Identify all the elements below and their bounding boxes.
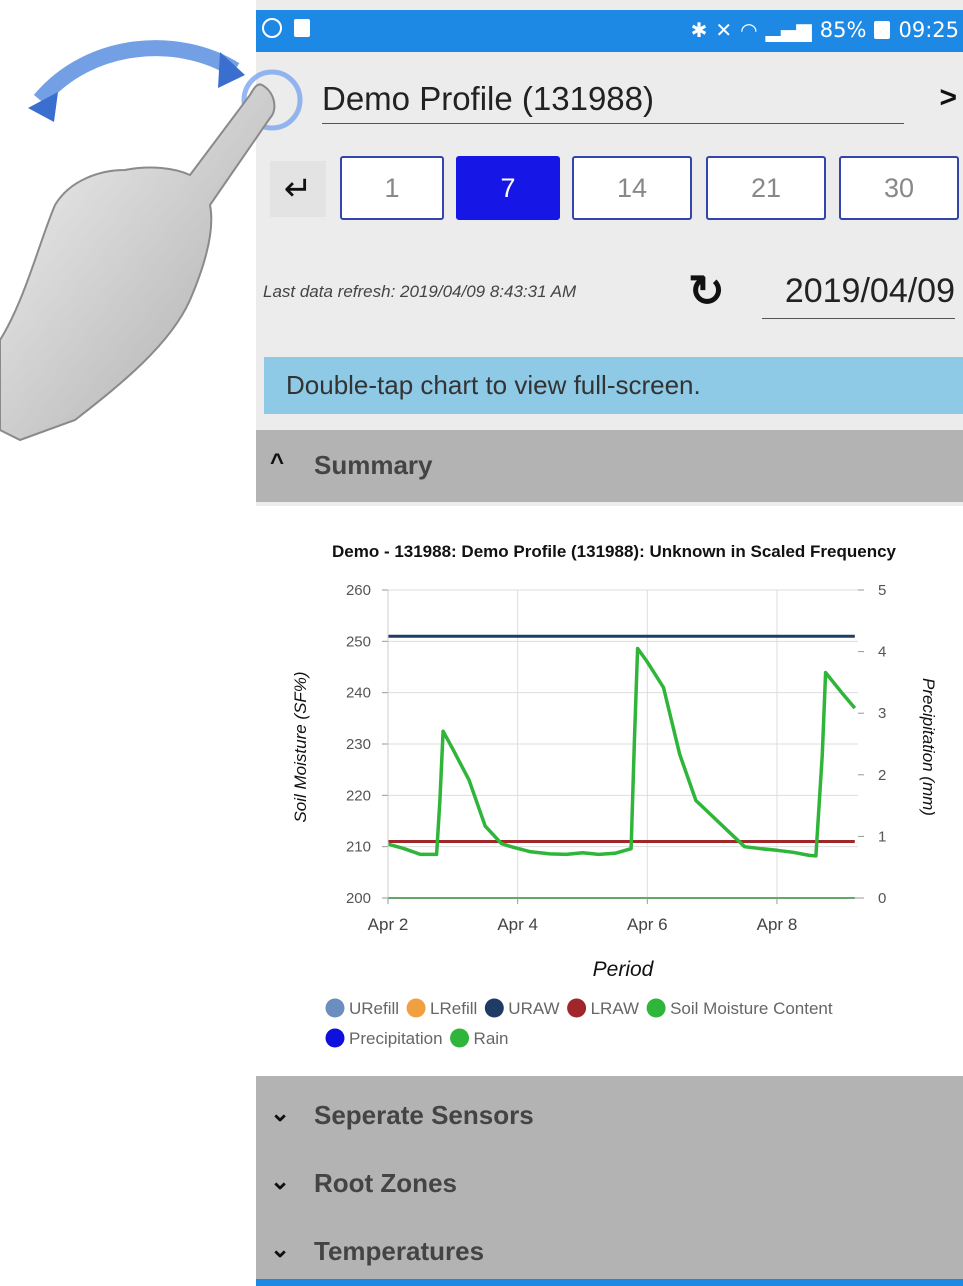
section-temperatures-header[interactable]: ⌄ Temperatures — [256, 1216, 963, 1286]
y2-axis-label: Precipitation (mm) — [919, 678, 938, 816]
legend-label: LRAW — [591, 999, 640, 1018]
y-tick-label: 260 — [346, 582, 371, 599]
legend-swatch — [450, 1028, 470, 1048]
section-title-temperatures: Temperatures — [314, 1236, 485, 1266]
x-axis-label: Period — [593, 958, 655, 981]
bottom-accent-bar — [256, 1279, 963, 1286]
chevron-down-icon: ⌄ — [270, 1168, 291, 1195]
arrowhead-right — [218, 52, 245, 88]
wifi-icon: ◠ — [740, 18, 758, 42]
battery-icon — [874, 21, 891, 39]
bluetooth-icon: ✱ — [690, 18, 708, 42]
period-button-30[interactable]: 30 — [839, 156, 959, 220]
section-summary-header[interactable]: ^ Summary — [256, 430, 963, 502]
chevron-right-icon[interactable]: > — [939, 81, 957, 115]
legend-item-soil-moisture-content: Soil Moisture Content — [646, 998, 833, 1018]
period-button-14[interactable]: 14 — [572, 156, 692, 220]
period-button-1[interactable]: 1 — [340, 156, 444, 220]
y2-tick-label: 2 — [878, 767, 886, 784]
profile-row: Demo Profile (131988) > — [256, 55, 963, 145]
status-bar: ✱ ✕ ◠ ▂▄▆ 85% 09:25 — [256, 10, 963, 52]
legend-label: LRefill — [430, 999, 477, 1018]
summary-chart-panel[interactable]: Demo - 131988: Demo Profile (131988): Un… — [256, 506, 963, 1076]
swipe-gesture-hand-icon — [0, 40, 303, 442]
y-tick-label: 250 — [346, 633, 371, 650]
mute-icon: ✕ — [715, 18, 733, 42]
legend-swatch — [325, 998, 345, 1018]
y2-tick-label: 1 — [878, 828, 886, 845]
chevron-up-icon: ^ — [270, 449, 285, 476]
x-tick-label: Apr 4 — [497, 915, 538, 934]
hand-shape — [0, 83, 276, 442]
legend-label: Rain — [474, 1029, 509, 1048]
section-title-root-zones: Root Zones — [314, 1168, 457, 1198]
chevron-down-icon: ⌄ — [270, 1100, 291, 1127]
clock: 09:25 — [898, 18, 959, 42]
swipe-arc — [33, 40, 240, 106]
chevron-down-icon: ⌄ — [270, 1236, 291, 1263]
signal-icon: ▂▄▆ — [765, 18, 812, 42]
legend-item-precipitation: Precipitation — [325, 1028, 443, 1048]
fullscreen-hint: Double-tap chart to view full-screen. — [264, 357, 963, 414]
legend-swatch — [406, 998, 426, 1018]
legend-swatch — [325, 1028, 345, 1048]
legend-item-rain: Rain — [450, 1028, 509, 1048]
chart-title: Demo - 131988: Demo Profile (131988): Un… — [332, 542, 897, 561]
y2-tick-label: 4 — [878, 644, 886, 661]
period-button-7[interactable]: 7 — [456, 156, 560, 220]
battery-level: 85% — [819, 18, 867, 42]
legend-swatch — [646, 998, 666, 1018]
collapsed-sections: ⌄ Seperate Sensors ⌄ Root Zones ⌄ Temper… — [256, 1076, 963, 1286]
x-tick-label: Apr 6 — [627, 915, 668, 934]
section-separate-sensors-header[interactable]: ⌄ Seperate Sensors — [256, 1080, 963, 1152]
soil-moisture-chart[interactable]: Demo - 131988: Demo Profile (131988): Un… — [256, 506, 963, 1076]
legend-label: Soil Moisture Content — [670, 999, 833, 1018]
refresh-row: Last data refresh: 2019/04/09 8:43:31 AM… — [256, 260, 963, 324]
refresh-icon[interactable]: ↻ — [688, 270, 725, 314]
section-title-summary: Summary — [314, 450, 433, 480]
legend-label: Precipitation — [349, 1029, 443, 1048]
y-tick-label: 220 — [346, 787, 371, 804]
y-tick-label: 230 — [346, 736, 371, 753]
legend-item-lrefill: LRefill — [406, 998, 477, 1018]
profile-selector[interactable]: Demo Profile (131988) — [322, 79, 904, 124]
date-field[interactable]: 2019/04/09 — [762, 270, 955, 319]
x-tick-label: Apr 2 — [368, 915, 409, 934]
phone-screen: ✱ ✕ ◠ ▂▄▆ 85% 09:25 Demo Profile (131988… — [256, 0, 963, 1286]
series-line-soil-moisture-content — [387, 646, 857, 858]
y2-tick-label: 5 — [878, 582, 886, 599]
period-button-21[interactable]: 21 — [706, 156, 826, 220]
y2-tick-label: 0 — [878, 890, 886, 907]
section-root-zones-header[interactable]: ⌄ Root Zones — [256, 1148, 963, 1220]
section-title-separate-sensors: Seperate Sensors — [314, 1100, 534, 1130]
y-tick-label: 210 — [346, 839, 371, 856]
period-selector: ↵ 1 7 14 21 30 — [256, 155, 963, 225]
y2-tick-label: 3 — [878, 705, 886, 722]
y-axis-label: Soil Moisture (SF%) — [291, 671, 310, 822]
legend-label: URefill — [349, 999, 399, 1018]
legend-swatch — [567, 998, 587, 1018]
y-tick-label: 200 — [346, 890, 371, 907]
legend-item-lraw: LRAW — [567, 998, 640, 1018]
legend-label: URAW — [508, 999, 559, 1018]
legend-item-urefill: URefill — [325, 998, 399, 1018]
legend-swatch — [484, 998, 504, 1018]
legend-item-uraw: URAW — [484, 998, 560, 1018]
y-tick-label: 240 — [346, 685, 371, 702]
x-tick-label: Apr 8 — [757, 915, 798, 934]
